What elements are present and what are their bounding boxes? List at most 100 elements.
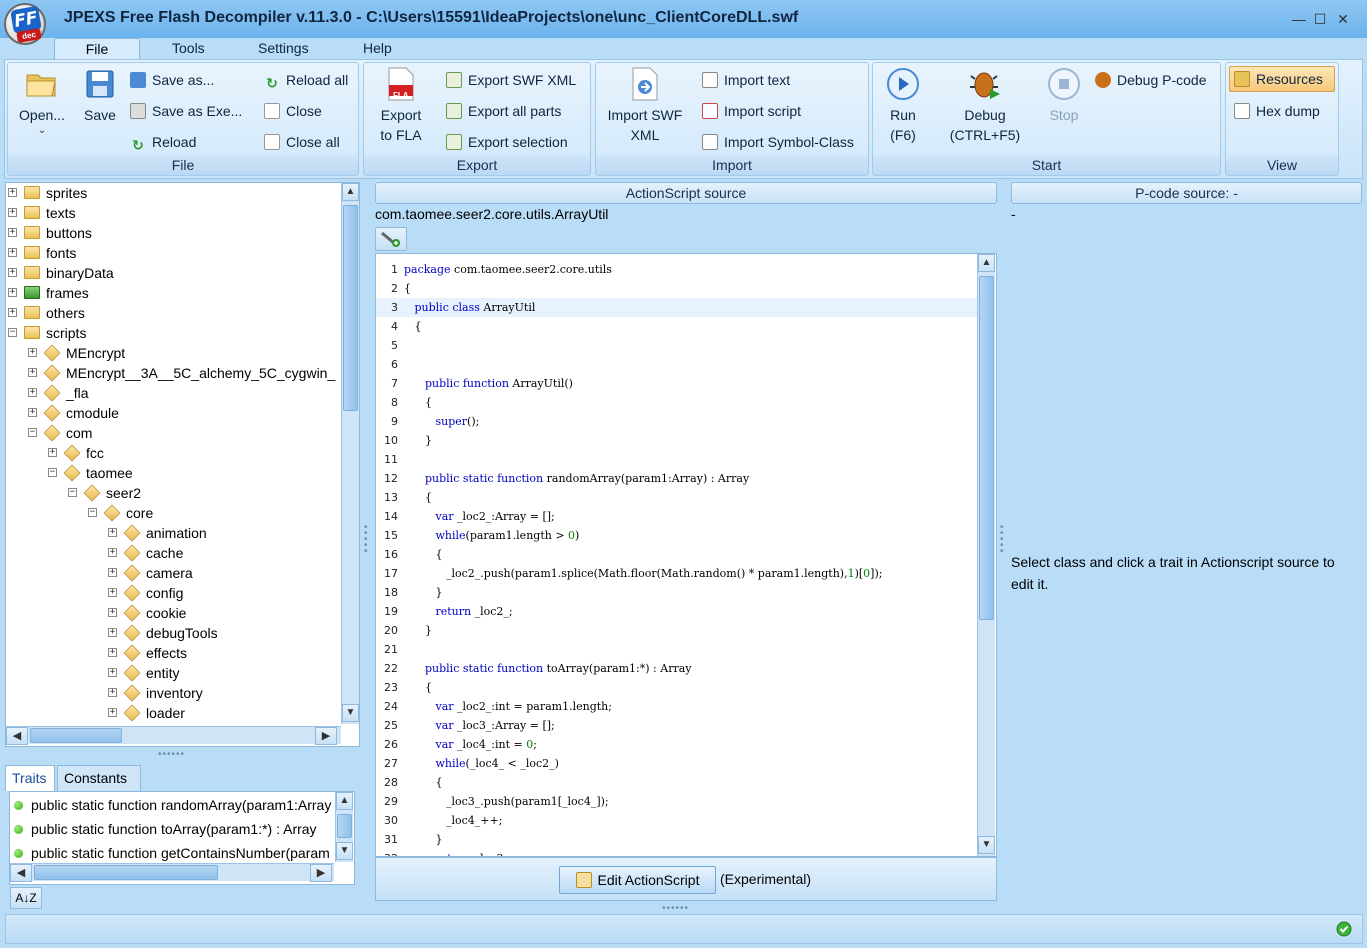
maximize-button[interactable]: ☐: [1310, 10, 1330, 28]
menu-file[interactable]: File: [54, 38, 140, 61]
scroll-up-arrow[interactable]: ▲: [342, 183, 359, 201]
code-line[interactable]: 26 var _loc4_:int = 0;: [376, 735, 978, 754]
debug-button[interactable]: Debug (CTRL+F5): [943, 67, 1027, 145]
close-button[interactable]: Close: [264, 102, 322, 120]
code-line[interactable]: 13 {: [376, 488, 978, 507]
tree-hscroll-thumb[interactable]: [30, 728, 122, 743]
vertical-splitter-grip[interactable]: •••••: [364, 523, 370, 557]
code-line[interactable]: 32 return _loc3_;: [376, 849, 978, 856]
menu-settings[interactable]: Settings: [258, 40, 309, 56]
code-line[interactable]: 9 super();: [376, 412, 978, 431]
editor-vertical-scrollbar[interactable]: ▲ ▼: [977, 254, 995, 856]
import-text-button[interactable]: Import text: [702, 71, 790, 89]
reload-button[interactable]: ↻ Reload: [130, 133, 196, 153]
export-swf-xml-button[interactable]: Export SWF XML: [446, 71, 576, 89]
close-window-button[interactable]: ✕: [1333, 10, 1353, 28]
scroll-up-arrow[interactable]: ▲: [336, 792, 353, 810]
code-line[interactable]: 21: [376, 640, 978, 659]
code-line[interactable]: 24 var _loc2_:int = param1.length;: [376, 697, 978, 716]
save-as-exe-button[interactable]: Save as Exe...: [130, 102, 242, 120]
edit-actionscript-button[interactable]: Edit ActionScript: [559, 866, 716, 894]
tree-horizontal-scrollbar[interactable]: ◀ ▶: [6, 726, 341, 745]
code-line[interactable]: 3 public class ArrayUtil: [376, 298, 978, 317]
trait-item[interactable]: public static function getContainsNumber…: [14, 842, 334, 864]
splitter-grip[interactable]: ••••••: [158, 749, 185, 760]
traits-vertical-scrollbar[interactable]: ▲ ▼: [335, 792, 353, 862]
code-text: public static function randomArray(param…: [424, 472, 750, 485]
code-line[interactable]: 19 return _loc2_;: [376, 602, 978, 621]
close-all-button[interactable]: Close all: [264, 133, 340, 151]
import-symbol-class-button[interactable]: Import Symbol-Class: [702, 133, 854, 151]
tab-traits[interactable]: Traits: [5, 765, 55, 791]
export-to-fla-button[interactable]: FLA Export to FLA: [368, 67, 434, 145]
code-line[interactable]: 20 }: [376, 621, 978, 640]
code-line[interactable]: 18 }: [376, 583, 978, 602]
tab-constants[interactable]: Constants: [57, 765, 141, 791]
code-line[interactable]: 17 _loc2_.push(param1.splice(Math.floor(…: [376, 564, 978, 583]
code-line[interactable]: 15 while(param1.length > 0): [376, 526, 978, 545]
code-line[interactable]: 29 _loc3_.push(param1[_loc4_]);: [376, 792, 978, 811]
actionscript-editor[interactable]: 1 package com.taomee.seer2.core.utils 2{3 …: [375, 253, 997, 857]
tree-scroll-thumb[interactable]: [343, 205, 358, 411]
import-swf-xml-button[interactable]: Import SWF XML: [600, 67, 690, 145]
traits-list[interactable]: public static function randomArray(param…: [9, 791, 355, 885]
run-button[interactable]: Run (F6): [877, 67, 929, 145]
trait-item[interactable]: public static function toArray(param1:*)…: [14, 818, 334, 840]
tree-item-mencrypt-alchemy[interactable]: + MEncrypt__3A__5C_alchemy_5C_cygwin_: [28, 363, 338, 383]
stop-button[interactable]: Stop: [1039, 67, 1089, 125]
scroll-down-arrow[interactable]: ▼: [342, 704, 359, 722]
scroll-down-arrow[interactable]: ▼: [336, 842, 353, 860]
hex-dump-button[interactable]: Hex dump: [1234, 102, 1320, 120]
code-line[interactable]: 7 public function ArrayUtil(): [376, 374, 978, 393]
scroll-up-arrow[interactable]: ▲: [978, 254, 995, 272]
code-line[interactable]: 1 package com.taomee.seer2.core.utils: [376, 260, 978, 279]
export-all-parts-button[interactable]: Export all parts: [446, 102, 561, 120]
code-line[interactable]: 25 var _loc3_:Array = [];: [376, 716, 978, 735]
vertical-splitter-grip-right[interactable]: •••••: [1000, 523, 1006, 557]
traits-scroll-thumb[interactable]: [337, 814, 352, 838]
code-line[interactable]: 12 public static function randomArray(pa…: [376, 469, 978, 488]
menu-tools[interactable]: Tools: [172, 40, 205, 56]
scroll-down-arrow[interactable]: ▼: [978, 836, 995, 854]
code-line[interactable]: 27 while(_loc4_ < _loc2_): [376, 754, 978, 773]
minimize-button[interactable]: —: [1289, 10, 1309, 28]
code-line[interactable]: 31 }: [376, 830, 978, 849]
scroll-right-arrow[interactable]: ▶: [310, 864, 332, 882]
code-line[interactable]: 10 }: [376, 431, 978, 450]
deobfuscate-button[interactable]: [375, 227, 407, 251]
trait-item[interactable]: public static function randomArray(param…: [14, 794, 334, 816]
code-line[interactable]: 11: [376, 450, 978, 469]
import-script-button[interactable]: Import script: [702, 102, 801, 120]
tree-vertical-scrollbar[interactable]: ▲ ▼: [341, 183, 359, 724]
menu-help[interactable]: Help: [363, 40, 392, 56]
code-line[interactable]: 16 {: [376, 545, 978, 564]
app-logo[interactable]: FF dec: [4, 3, 46, 45]
resources-button[interactable]: Resources: [1229, 66, 1335, 92]
code-line[interactable]: 22 public static function toArray(param1…: [376, 659, 978, 678]
code-line[interactable]: 4 {: [376, 317, 978, 336]
bug-icon: [970, 72, 1000, 99]
reload-all-button[interactable]: ↻ Reload all: [264, 71, 348, 91]
open-button[interactable]: Open... ⌄: [12, 67, 72, 137]
traits-hscroll-thumb[interactable]: [34, 865, 218, 880]
code-line[interactable]: 6: [376, 355, 978, 374]
horizontal-splitter-grip[interactable]: ••••••: [662, 903, 689, 914]
editor-scroll-thumb[interactable]: [979, 276, 994, 620]
code-line[interactable]: 14 var _loc2_:Array = [];: [376, 507, 978, 526]
scroll-left-arrow[interactable]: ◀: [10, 864, 32, 882]
code-line[interactable]: 2{: [376, 279, 978, 298]
code-line[interactable]: 30 _loc4_++;: [376, 811, 978, 830]
resource-tree[interactable]: + sprites + texts + buttons + fonts + binaryD…: [5, 182, 360, 747]
save-as-button[interactable]: Save as...: [130, 71, 214, 89]
scroll-left-arrow[interactable]: ◀: [6, 727, 28, 745]
save-button[interactable]: Save: [78, 67, 122, 125]
debug-pcode-button[interactable]: Debug P-code: [1095, 71, 1207, 89]
code-line[interactable]: 8 {: [376, 393, 978, 412]
traits-horizontal-scrollbar[interactable]: ◀ ▶: [10, 863, 334, 882]
code-line[interactable]: 23 {: [376, 678, 978, 697]
sort-az-button[interactable]: A↓Z: [10, 887, 42, 909]
scroll-right-arrow[interactable]: ▶: [315, 727, 337, 745]
code-line[interactable]: 5: [376, 336, 978, 355]
code-line[interactable]: 28 {: [376, 773, 978, 792]
export-selection-button[interactable]: Export selection: [446, 133, 568, 151]
